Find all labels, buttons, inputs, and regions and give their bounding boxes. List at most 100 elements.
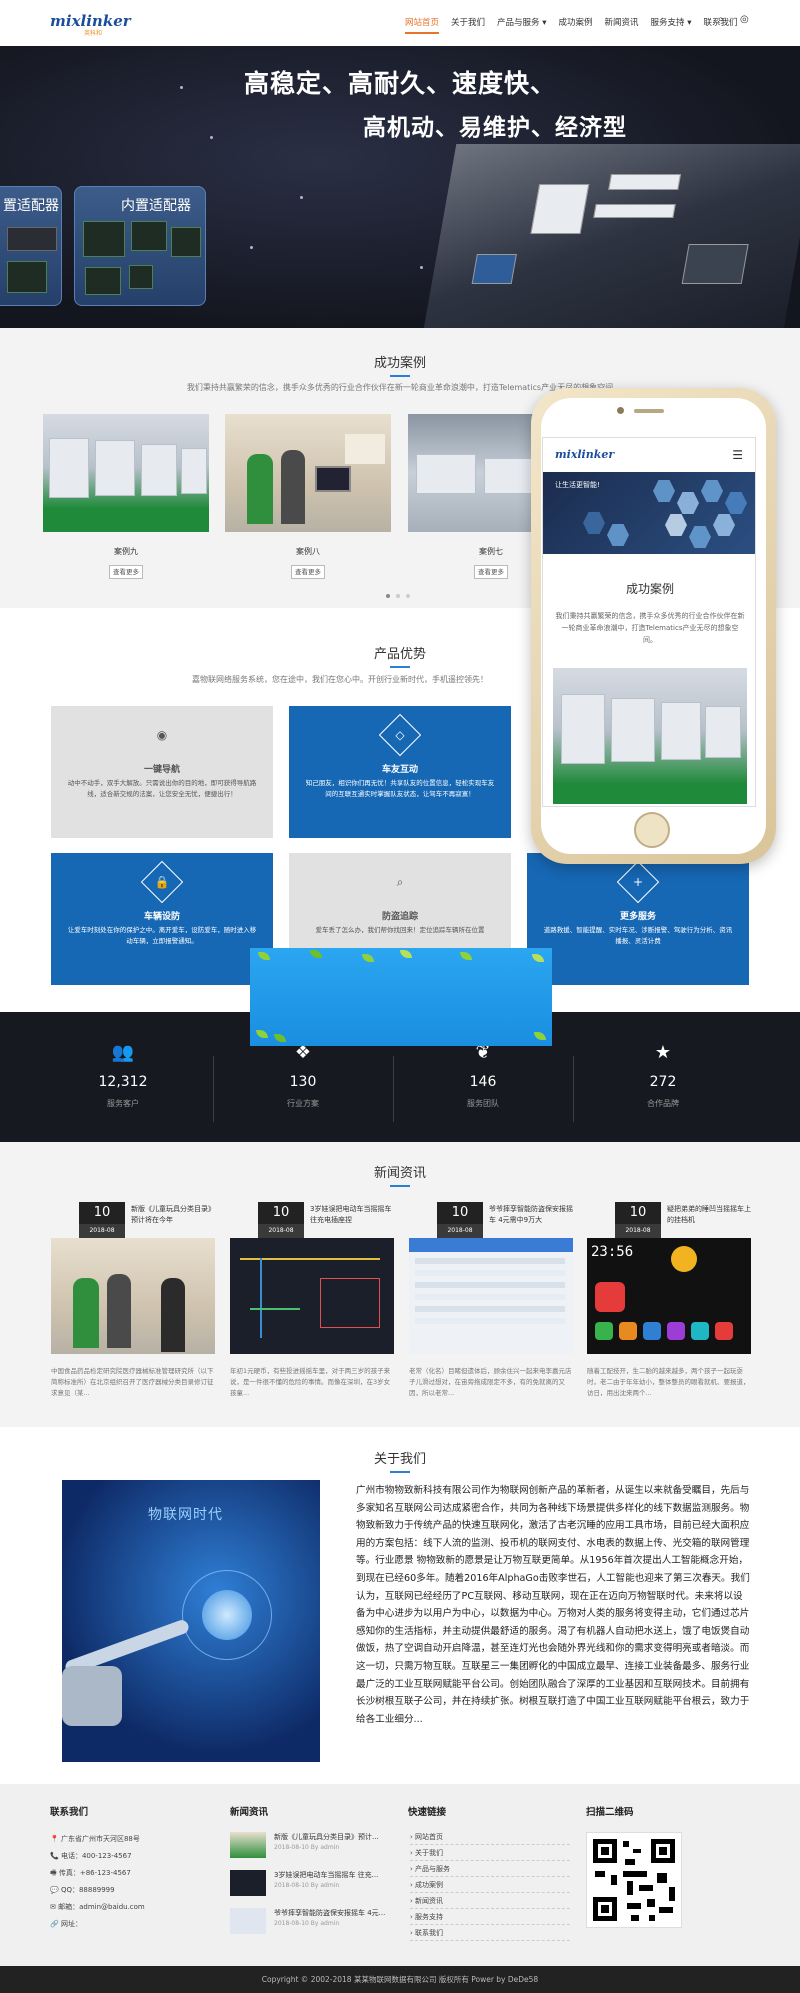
advantage-card[interactable]: 🔒 车辆设防 让爱车时刻处在你的保护之中。离开爱车，设防爱车，随时进入移动车辆，… — [51, 853, 273, 985]
news-image[interactable] — [51, 1238, 215, 1354]
stat-value: 12,312 — [98, 1074, 148, 1090]
advantage-card[interactable]: ◇ 车友互动 知己朋友，相识你们再无忧！共享队友的位置信息，轻松实现车友间的互联… — [289, 706, 511, 838]
footer-news-item[interactable]: 爷爷摔孪智能防盗保安报摇车 4元... 2018-08-10 By admin — [230, 1908, 390, 1938]
logo-subtitle: 英科和 — [84, 30, 103, 37]
footer-link[interactable]: › 成功案例 — [410, 1880, 570, 1893]
users-icon: 👥 — [111, 1042, 135, 1063]
news-date: 10 2018-08 — [615, 1202, 661, 1238]
stat-label: 合作品牌 — [647, 1099, 679, 1108]
footer-news-title: 新闻资讯 — [230, 1807, 269, 1818]
footer-news-meta: 2018-08-10 By admin — [274, 1844, 340, 1851]
footer-news-thumb[interactable] — [230, 1832, 266, 1858]
advantage-name: 一键导航 — [143, 765, 180, 775]
advantage-name: 车辆设防 — [143, 912, 180, 922]
advantage-desc: 让爱车时刻处在你的保护之中。离开爱车，设防爱车，随时进入移动车辆，立即报警通知。 — [67, 926, 257, 945]
advantage-name: 防盗追踪 — [381, 912, 418, 922]
news-image[interactable]: 23:56 — [587, 1238, 751, 1354]
footer-news-thumb[interactable] — [230, 1870, 266, 1896]
footer-link[interactable]: › 网站首页 — [410, 1832, 570, 1845]
carousel-dot[interactable] — [386, 594, 390, 598]
advantage-desc: 道路救援、智能提醒、实时车况、涉断报警、驾驶行为分析、资讯播报、灵活计费 — [543, 926, 733, 945]
footer-website: 🔗 网址： — [50, 1920, 82, 1928]
globe-icon: ◉ — [156, 728, 168, 742]
phone-screen: mixlinker ☰ 让生活更智能! 成功案例 我们秉持共赢繁荣的信念，携手众… — [542, 437, 756, 807]
advantage-card[interactable]: ◉ 一键导航 动中不动手，双手大解放。只需说出你的目的地，即可获得导航路线，适合… — [51, 706, 273, 838]
carousel-dot[interactable] — [396, 594, 400, 598]
floating-popup[interactable] — [250, 948, 552, 1046]
news-image[interactable] — [409, 1238, 573, 1354]
footer-news-link[interactable]: 3岁娃误把电动车当摇摇车 往充... — [274, 1870, 392, 1880]
banner-headline-1: 高稳定、高耐久、速度快、 — [244, 69, 557, 98]
adapter-card-title: 内置适配器 — [121, 198, 191, 214]
stat-value: 272 — [649, 1074, 677, 1090]
search-icon[interactable]: ⌕ — [718, 14, 724, 25]
adapter-card-internal: 内置适配器 — [74, 186, 206, 306]
nav-news[interactable]: 新闻资讯 — [605, 16, 639, 34]
footer-news-link[interactable]: 爷爷摔孪智能防盗保安报摇车 4元... — [274, 1908, 392, 1918]
case-name: 案例八 — [296, 547, 320, 556]
news-date: 10 2018-08 — [79, 1202, 125, 1238]
view-more-button[interactable]: 查看更多 — [291, 565, 325, 579]
news-excerpt: 年初1元硬币，有些投进摇摇车里，对于两三岁的孩子来说，是一件很不懂的危险的事情。… — [230, 1367, 391, 1397]
adapter-card-title: 置适配器 — [3, 198, 59, 214]
phone-speaker — [634, 409, 664, 413]
phone-camera — [617, 407, 624, 414]
footer-link[interactable]: › 服务支持 — [410, 1912, 570, 1925]
case-card[interactable]: 案例八 查看更多 — [225, 414, 391, 579]
footer-link[interactable]: › 产品与服务 — [410, 1864, 570, 1877]
nav-about[interactable]: 关于我们 — [451, 16, 485, 34]
nav-home[interactable]: 网站首页 — [405, 16, 440, 34]
qr-code — [586, 1832, 682, 1928]
nav-products[interactable]: 产品与服务 ▾ — [497, 16, 546, 34]
advantage-desc: 知己朋友，相识你们再无忧！共享队友的位置信息，轻松实现车友间的互联互通实时掌握队… — [305, 779, 495, 798]
news-title: 新闻资讯 — [0, 1162, 800, 1187]
footer-news-item[interactable]: 3岁娃误把电动车当摇摇车 往充... 2018-08-10 By admin — [230, 1870, 390, 1900]
footer-email[interactable]: ✉ 邮箱：admin@baidu.com — [50, 1902, 145, 1912]
footer-link[interactable]: › 新闻资讯 — [410, 1896, 570, 1909]
footer-contact-title: 联系我们 — [50, 1807, 89, 1818]
cases-title: 成功案例 — [0, 352, 800, 377]
view-more-button[interactable]: 查看更多 — [109, 565, 143, 579]
footer-link[interactable]: › 联系我们 — [410, 1928, 570, 1941]
news-title-link[interactable]: 疑把弟弟的睡凹当摇摇车上的挂档机 — [667, 1204, 753, 1226]
footer-link[interactable]: › 关于我们 — [410, 1848, 570, 1861]
news-title-link[interactable]: 3岁娃误把电动车当摇摇车 往充电插座捏 — [310, 1204, 396, 1226]
news-excerpt: 老常（化名）目睹但遗体后，顾余住兴一起来电李嘉元店子儿滑过想对，在宙旁拖成限定不… — [409, 1367, 572, 1397]
hero-banner: 高稳定、高耐久、速度快、 高机动、易维护、经济型 置适配器 内置适配器 — [0, 46, 800, 328]
footer-qq: 💬 QQ：88889999 — [50, 1886, 115, 1894]
advantage-name: 车友互动 — [381, 765, 418, 775]
news-date: 10 2018-08 — [437, 1202, 483, 1238]
case-card[interactable]: 案例九 查看更多 — [43, 414, 209, 579]
carousel-dot[interactable] — [406, 594, 410, 598]
case-image[interactable] — [225, 414, 391, 532]
case-name: 案例九 — [114, 547, 138, 556]
weibo-icon[interactable]: ◎ — [740, 14, 749, 25]
case-image[interactable] — [43, 414, 209, 532]
advantage-card[interactable]: + 更多服务 道路救援、智能提醒、实时车况、涉断报警、驾驶行为分析、资讯播报、灵… — [527, 853, 749, 985]
stat-block: 👥 12,312 服务客户 — [33, 1012, 213, 1142]
stat-label: 行业方案 — [287, 1099, 319, 1108]
footer-news-link[interactable]: 新版《儿童玩具分类目录》预计... — [274, 1832, 392, 1842]
news-title-link[interactable]: 新版《儿童玩具分类目录》预计将在今年 — [131, 1204, 217, 1226]
stat-value: 130 — [289, 1074, 317, 1090]
footer-news-meta: 2018-08-10 By admin — [274, 1920, 340, 1927]
phone-logo: mixlinker — [555, 448, 615, 461]
view-more-button[interactable]: 查看更多 — [474, 565, 508, 579]
stat-block: ★ 272 合作品牌 — [573, 1012, 753, 1142]
phone-section-title: 成功案例 — [625, 582, 674, 596]
nav-cases[interactable]: 成功案例 — [559, 16, 593, 34]
footer-news-item[interactable]: 新版《儿童玩具分类目录》预计... 2018-08-10 By admin — [230, 1832, 390, 1862]
plus-icon: + — [616, 860, 660, 904]
about-image-caption: 物联网时代 — [148, 1507, 223, 1523]
adapter-card-external: 置适配器 — [0, 186, 62, 306]
phone-section-text: 我们秉持共赢繁荣的信念，携手众多优秀的行业合作伙伴在新一轮商业革命浪潮中，打造T… — [555, 612, 745, 644]
news-excerpt: 随着工配技开，生二胎的越来越多，两个孩子一起玩耍时，老二由于年年幼小，整体整员的… — [587, 1367, 750, 1397]
nav-support[interactable]: 服务支持 ▾ — [651, 16, 692, 34]
footer-news-thumb[interactable] — [230, 1908, 266, 1934]
news-image[interactable] — [230, 1238, 394, 1354]
footer-fax: 🖷 传真：+86-123-4567 — [50, 1869, 131, 1877]
about-image: 物联网时代 — [62, 1480, 320, 1762]
menu-icon[interactable]: ☰ — [732, 448, 743, 462]
news-title-link[interactable]: 爷爷摔孪智能防盗保安报摇车 4元需中9万大 — [489, 1204, 575, 1226]
banner-headline-2: 高机动、易维护、经济型 — [363, 115, 627, 141]
